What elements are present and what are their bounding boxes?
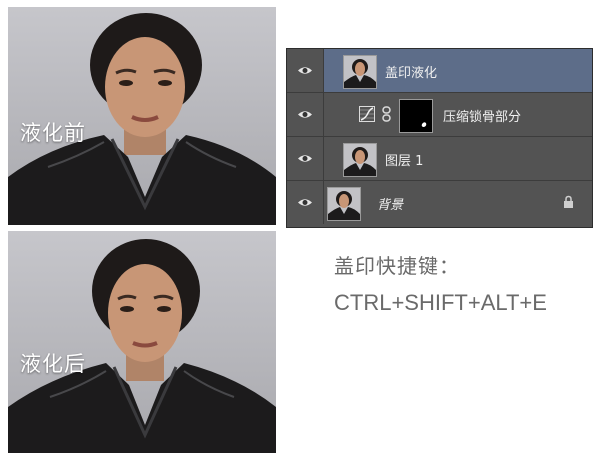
mask-brush-stroke-icon — [421, 122, 427, 127]
visibility-toggle[interactable] — [287, 181, 324, 224]
layers-panel: 盖印液化 压缩锁骨部分 图层 1 背景 — [286, 48, 593, 228]
before-liquify-photo: 液化前 — [8, 7, 276, 225]
after-liquify-label: 液化后 — [20, 352, 86, 376]
layer-mask-thumbnail[interactable] — [399, 99, 433, 133]
portrait-thumbnail-icon — [328, 188, 360, 220]
eye-icon[interactable] — [297, 153, 313, 164]
layer-name[interactable]: 压缩锁骨部分 — [443, 106, 521, 125]
portrait-image — [8, 13, 276, 225]
before-liquify-label: 液化前 — [20, 121, 86, 145]
layer-row-stamp-liquify[interactable]: 盖印液化 — [287, 49, 592, 93]
layer-thumbnail — [327, 187, 361, 221]
portrait-image — [8, 239, 276, 453]
portrait-thumbnail-icon — [344, 144, 376, 176]
layer-row-background[interactable]: 背景 — [287, 181, 592, 225]
layer-name[interactable]: 图层 1 — [385, 150, 423, 169]
layer-thumbnail — [343, 55, 377, 89]
layer-thumbnail — [343, 143, 377, 177]
layer-row-adjustment[interactable]: 压缩锁骨部分 — [287, 93, 592, 137]
layer-name[interactable]: 盖印液化 — [385, 62, 437, 81]
shortcut-keys: CTRL+SHIFT+ALT+E — [334, 290, 547, 315]
eye-icon[interactable] — [297, 197, 313, 208]
visibility-toggle[interactable] — [287, 137, 324, 180]
layer-row-layer-1[interactable]: 图层 1 — [287, 137, 592, 181]
shortcut-title: 盖印快捷键： — [334, 254, 460, 278]
layer-name[interactable]: 背景 — [377, 194, 403, 213]
lock-icon — [564, 195, 573, 208]
eye-icon[interactable] — [297, 109, 313, 120]
link-chain-icon[interactable] — [382, 106, 391, 122]
visibility-toggle[interactable] — [287, 49, 324, 92]
curves-adjustment-icon — [359, 106, 375, 122]
visibility-toggle[interactable] — [287, 93, 324, 136]
portrait-thumbnail-icon — [344, 56, 376, 88]
after-liquify-photo: 液化后 — [8, 231, 276, 453]
eye-icon[interactable] — [297, 65, 313, 76]
